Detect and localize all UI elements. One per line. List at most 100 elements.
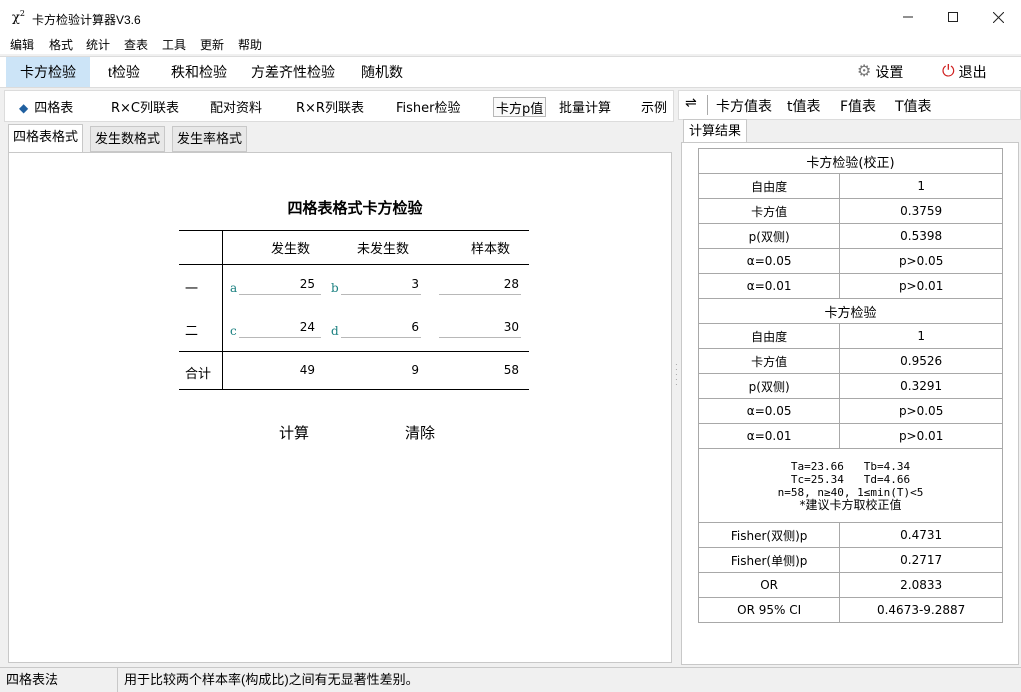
- menu-bar: 编辑 格式 统计 查表 工具 更新 帮助: [0, 34, 1021, 54]
- result-value: p>0.01: [839, 423, 1003, 449]
- result-label: OR: [697, 572, 841, 598]
- f-table-button[interactable]: F值表: [840, 96, 876, 116]
- cell-d-input[interactable]: 6: [379, 320, 419, 334]
- menu-update[interactable]: 更新: [200, 36, 224, 53]
- swap-arrows-icon[interactable]: ⇌: [685, 95, 697, 111]
- result-value: p>0.05: [839, 248, 1003, 274]
- result-value: p>0.05: [839, 398, 1003, 424]
- result-label: 卡方值: [697, 198, 841, 224]
- table-header-rule: [179, 264, 529, 265]
- table-column-rule: [222, 230, 223, 390]
- table-row: p(双侧) 0.3291: [697, 373, 1003, 399]
- tab-results[interactable]: 计算结果: [683, 119, 748, 143]
- result-value: 0.4673-9.2887: [839, 597, 1003, 623]
- cell-d-letter: d: [331, 324, 339, 338]
- subnav-fourfold[interactable]: ◆ 四格表: [19, 97, 73, 117]
- result-label: 自由度: [697, 173, 841, 199]
- result-label: p(双侧): [697, 373, 841, 399]
- cell-c-underline: [239, 337, 321, 338]
- result-value: 0.9526: [839, 348, 1003, 374]
- table-row: Fisher(单侧)p 0.2717: [697, 547, 1003, 573]
- menu-lookup[interactable]: 查表: [124, 36, 148, 53]
- maximize-button[interactable]: [930, 0, 976, 34]
- toolbar-separator: [707, 95, 708, 115]
- row-label-2: 二: [185, 323, 199, 338]
- chi-table-button[interactable]: 卡方值表: [716, 96, 772, 116]
- subnav-example[interactable]: 示例: [641, 97, 667, 117]
- table-row: p(双侧) 0.5398: [697, 223, 1003, 249]
- cell-b-underline: [341, 294, 421, 295]
- result-label: 卡方值: [697, 348, 841, 374]
- tab-fourfold-format[interactable]: 四格表格式: [8, 124, 84, 153]
- header-non-occurrence: 未发生数: [357, 241, 410, 256]
- exit-button[interactable]: ⏻ 退出: [942, 57, 987, 87]
- subnav-paired[interactable]: 配对资料: [210, 97, 262, 117]
- settings-button[interactable]: ⚙ 设置: [857, 57, 903, 87]
- note-line: *建议卡方取校正值: [799, 497, 902, 512]
- table-row: OR 95% CI 0.4673-9.2887: [697, 597, 1003, 623]
- subnav-rxr[interactable]: R×R列联表: [296, 97, 364, 117]
- row2-total-underline: [439, 337, 521, 338]
- window-title: 卡方检验计算器V3.6: [32, 13, 141, 27]
- status-method: 四格表法: [0, 668, 118, 692]
- table-row: α=0.05 p>0.05: [697, 248, 1003, 274]
- note-line: n=58, n≥40, 1≤min(T)<5: [777, 485, 924, 499]
- close-button[interactable]: [975, 0, 1021, 34]
- results-canvas: 卡方检验(校正) 自由度 1 卡方值 0.3759 p(双侧) 0.5398 α=0.…: [681, 142, 1019, 665]
- result-label: 自由度: [697, 323, 841, 349]
- menu-format[interactable]: 格式: [49, 36, 73, 53]
- header-sample-size: 样本数: [471, 241, 511, 256]
- table-row: 卡方值 0.3759: [697, 198, 1003, 224]
- tab-occurrence-format[interactable]: 发生数格式: [90, 126, 166, 152]
- power-icon: ⏻: [942, 63, 955, 80]
- cell-d-underline: [341, 337, 421, 338]
- exit-label: 退出: [958, 64, 987, 80]
- result-label: OR 95% CI: [697, 597, 841, 623]
- menu-edit[interactable]: 编辑: [10, 36, 34, 53]
- t-table-button[interactable]: t值表: [787, 96, 821, 116]
- table-lookup-toolbar: ⇌ 卡方值表 t值表 F值表 T值表: [678, 90, 1021, 120]
- tab-rank-sum[interactable]: 秩和检验: [162, 57, 236, 87]
- tab-chi-square[interactable]: 卡方检验: [6, 57, 90, 87]
- subnav-rxc[interactable]: R×C列联表: [111, 97, 179, 117]
- right-panel: ⇌ 卡方值表 t值表 F值表 T值表 计算结果 卡方检验(校正) 自由度 1 卡方…: [678, 90, 1021, 665]
- sum-occurrence: 49: [299, 363, 315, 377]
- menu-tools[interactable]: 工具: [162, 36, 186, 53]
- result-value: 0.3759: [839, 198, 1003, 224]
- subnav-fourfold-label: 四格表: [34, 101, 74, 116]
- sum-label: 合计: [185, 366, 212, 381]
- tab-random[interactable]: 随机数: [352, 57, 412, 87]
- sum-non-occurrence: 9: [411, 363, 419, 377]
- tab-rate-format[interactable]: 发生率格式: [172, 126, 248, 152]
- clear-button[interactable]: 清除: [405, 422, 435, 443]
- tab-variance[interactable]: 方差齐性检验: [244, 57, 342, 87]
- header-occurrence: 发生数: [271, 241, 311, 256]
- subnav-fisher[interactable]: Fisher检验: [396, 97, 461, 117]
- left-panel: ◆ 四格表 R×C列联表 配对资料 R×R列联表 Fisher检验 卡方p值 批量…: [4, 90, 674, 665]
- menu-stats[interactable]: 统计: [86, 36, 110, 53]
- cell-c-input[interactable]: 24: [275, 320, 315, 334]
- table-row: Fisher(双侧)p 0.4731: [697, 522, 1003, 548]
- result-label: α=0.01: [697, 423, 841, 449]
- table-row: 自由度 1: [697, 173, 1003, 199]
- compute-button[interactable]: 计算: [279, 422, 309, 443]
- subnav-batch[interactable]: 批量计算: [559, 97, 611, 117]
- minimize-button[interactable]: [885, 0, 931, 34]
- cell-b-input[interactable]: 3: [379, 277, 419, 291]
- close-icon: [992, 11, 1004, 23]
- T-table-button[interactable]: T值表: [895, 96, 932, 116]
- results-table: 卡方检验(校正) 自由度 1 卡方值 0.3759 p(双侧) 0.5398 α=0.…: [697, 148, 1003, 623]
- result-value: 0.3291: [839, 373, 1003, 399]
- cell-a-input[interactable]: 25: [275, 277, 315, 291]
- table-row: OR 2.0833: [697, 572, 1003, 598]
- result-value: 1: [839, 323, 1003, 349]
- tab-t-test[interactable]: t检验: [92, 57, 156, 87]
- result-value: 1: [839, 173, 1003, 199]
- cell-a-underline: [239, 294, 321, 295]
- note-line: Ta=23.66 Tb=4.34: [790, 459, 911, 473]
- row1-total: 28: [503, 277, 519, 291]
- title-bar: χ2 卡方检验计算器V3.6: [0, 0, 1021, 36]
- result-label: Fisher(双侧)p: [697, 522, 841, 548]
- menu-help[interactable]: 帮助: [238, 36, 262, 53]
- subnav-chi-p[interactable]: 卡方p值: [493, 97, 547, 117]
